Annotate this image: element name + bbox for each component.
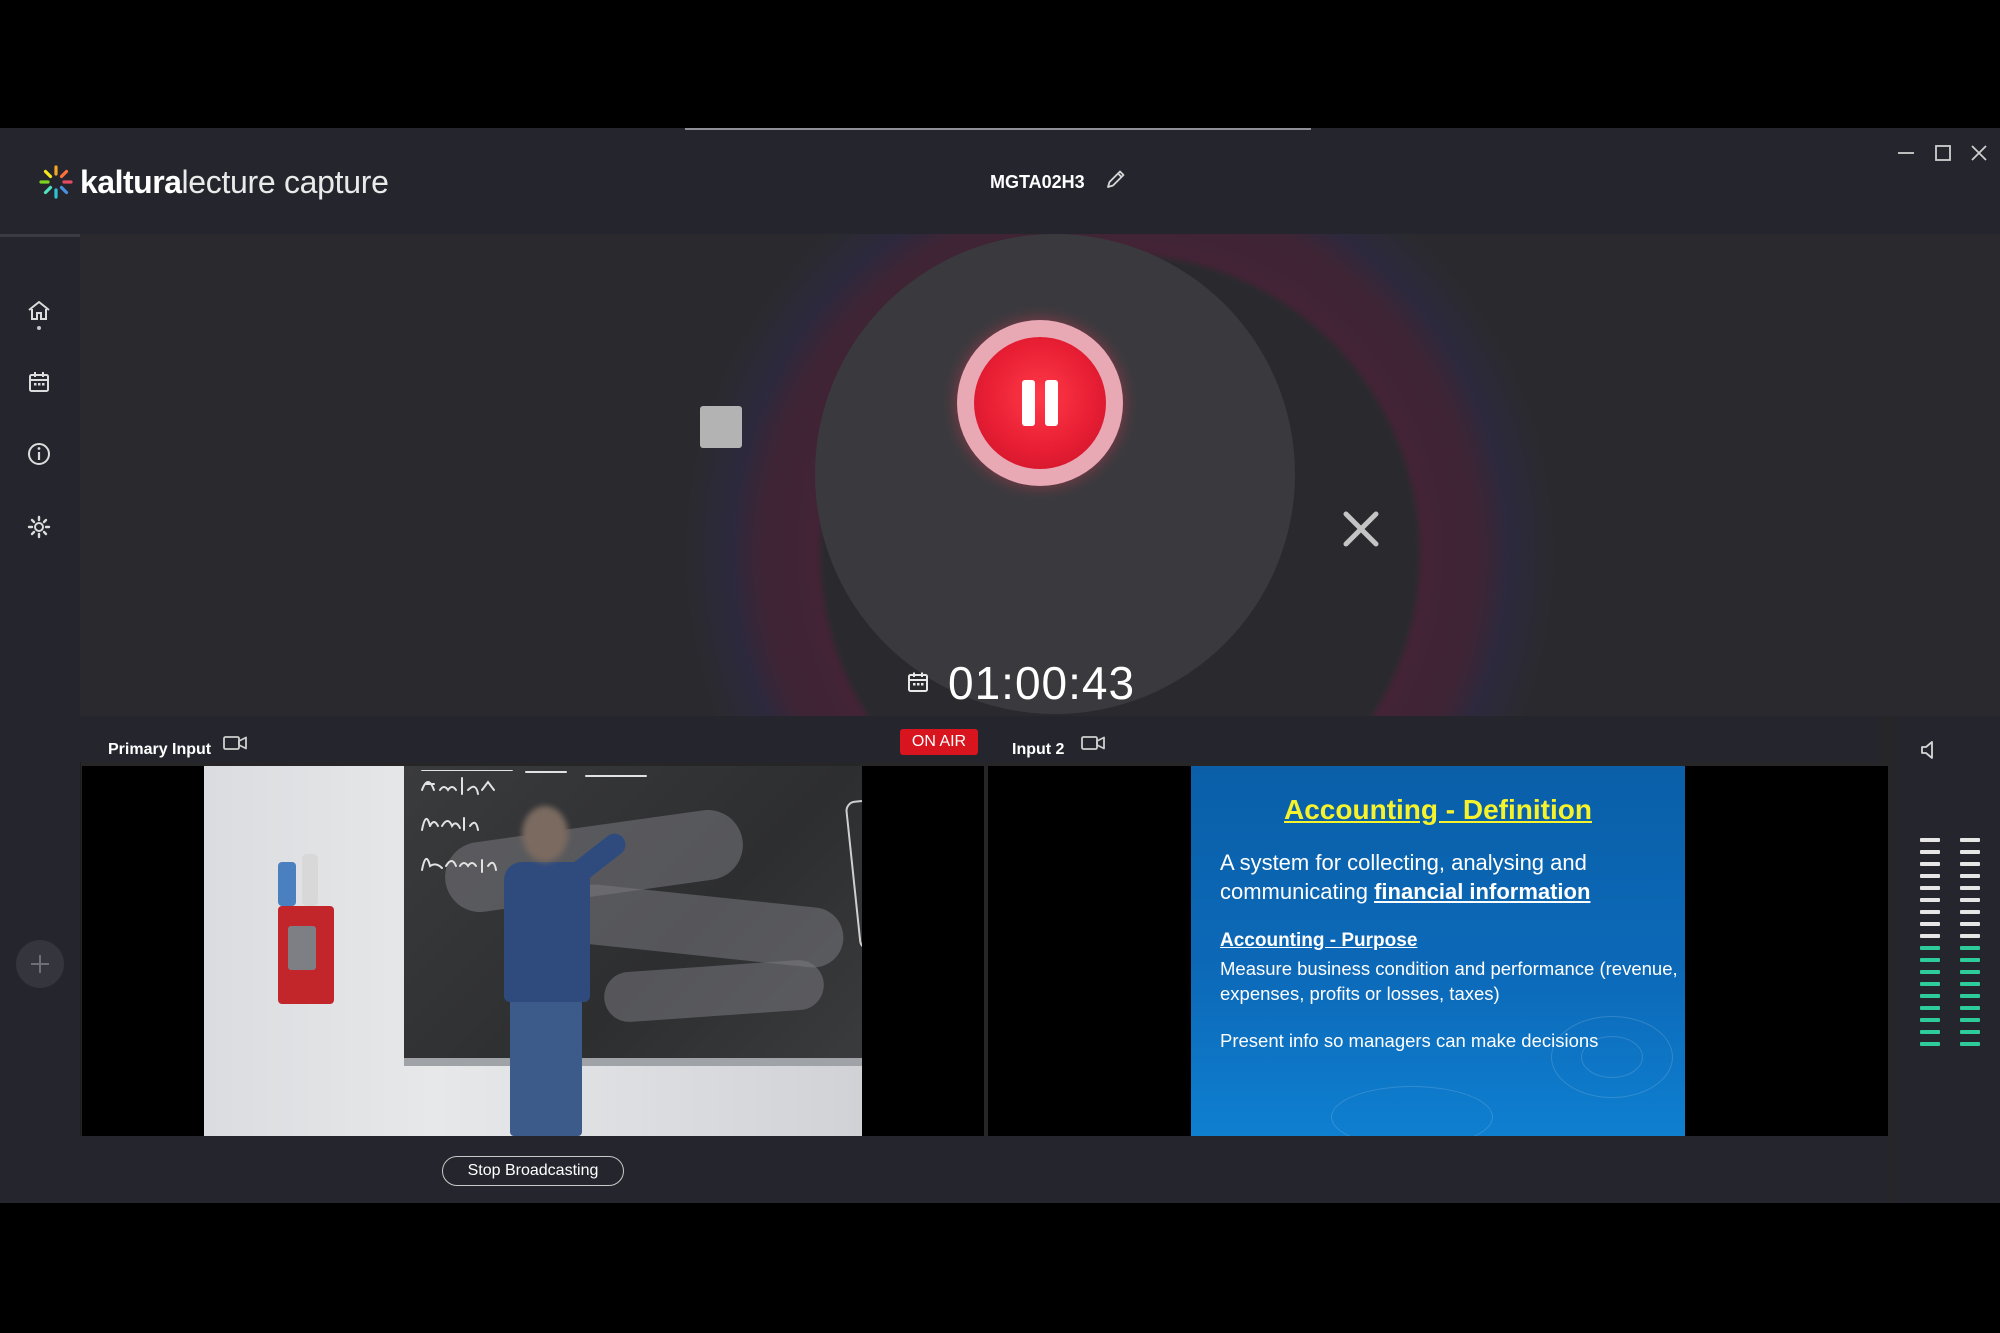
calendar-icon[interactable]	[26, 369, 52, 395]
audio-meter-segment	[1920, 850, 1940, 854]
kaltura-logo-icon	[39, 165, 73, 199]
slide-definition-text: A system for collecting, analysing and c…	[1220, 848, 1680, 906]
audio-meter-segment	[1920, 1042, 1940, 1046]
kaltura-logo: kaltura lecture capture	[38, 162, 389, 202]
app-header: kaltura lecture capture MGTA02H3	[0, 128, 2000, 234]
stop-broadcasting-button[interactable]: Stop Broadcasting	[442, 1156, 624, 1186]
water-bottle	[278, 862, 296, 906]
audio-meter-segment	[1920, 934, 1940, 938]
audio-meter-left	[1920, 838, 1940, 1054]
maximize-window-icon[interactable]	[1932, 142, 1954, 164]
lecturer-head-blurred	[522, 806, 568, 862]
audio-meter-segment	[1920, 886, 1940, 890]
gear-icon[interactable]	[26, 514, 52, 540]
audio-meter-segment	[1960, 946, 1980, 950]
pause-icon-bar-left	[1022, 380, 1035, 426]
presentation-slide: Accounting - Definition A system for col…	[1191, 766, 1685, 1136]
slide-definition-emphasis: financial information	[1374, 879, 1591, 904]
slide-purpose-heading: Accounting - Purpose	[1220, 930, 1418, 951]
speaker-icon[interactable]	[1918, 738, 1942, 762]
slide-purpose-text: Measure business condition and performan…	[1220, 958, 1678, 1004]
audio-meter-segment	[1920, 898, 1940, 902]
audio-meter-segment	[1920, 862, 1940, 866]
slide-present-text: Present info so managers can make decisi…	[1220, 1030, 1599, 1051]
top-progress-indicator	[685, 128, 1311, 130]
primary-input-preview	[82, 766, 984, 1136]
stop-recording-button[interactable]	[700, 406, 742, 448]
audio-meter-segment	[1960, 862, 1980, 866]
audio-meter-segment	[1920, 994, 1940, 998]
sidebar-active-indicator	[0, 234, 80, 237]
audio-meter-segment	[1960, 850, 1980, 854]
close-window-icon[interactable]	[1968, 142, 1990, 164]
audio-meter-segment	[1960, 994, 1980, 998]
inputs-header-bar	[80, 716, 1880, 762]
audio-meter-segment	[1920, 1018, 1940, 1022]
minimize-window-icon[interactable]	[1895, 142, 1917, 164]
input-2-preview: Accounting - Definition A system for col…	[988, 766, 1888, 1136]
video-camera-icon[interactable]	[1080, 733, 1106, 753]
audio-meter-segment	[1960, 874, 1980, 878]
logo-wordmark-bold: kaltura	[80, 163, 182, 200]
pause-recording-button[interactable]	[974, 337, 1106, 469]
audio-meter-segment	[1960, 1018, 1980, 1022]
cancel-recording-icon[interactable]	[1340, 508, 1382, 550]
audio-meter-segment	[1960, 922, 1980, 926]
slide-title: Accounting - Definition	[1284, 794, 1592, 825]
audio-meter-segment	[1960, 1030, 1980, 1034]
audio-meter-segment	[1920, 970, 1940, 974]
home-active-dot	[37, 326, 41, 330]
pause-icon-bar-right	[1045, 380, 1058, 426]
preview-footer-bar	[80, 1136, 1888, 1203]
audio-level-panel	[1896, 716, 2000, 1203]
audio-meter-segment	[1920, 946, 1940, 950]
plus-icon	[31, 955, 49, 973]
chalkboard	[404, 766, 862, 1066]
input-2-label: Input 2	[1012, 741, 1065, 758]
audio-meter-segment	[1920, 910, 1940, 914]
lecturer-legs	[510, 998, 582, 1136]
audio-meter-segment	[1960, 958, 1980, 962]
home-icon[interactable]	[26, 298, 52, 324]
session-title: MGTA02H3	[990, 172, 1085, 192]
add-input-button[interactable]	[16, 940, 64, 988]
audio-meter-segment	[1960, 970, 1980, 974]
audio-meter-segment	[1960, 910, 1980, 914]
audio-meter-segment	[1920, 874, 1940, 878]
on-air-badge: ON AIR	[900, 729, 978, 755]
emergency-box	[278, 906, 334, 1004]
classroom-camera-feed	[204, 766, 862, 1136]
calendar-icon	[908, 672, 928, 692]
pencil-edit-icon[interactable]	[1105, 168, 1127, 190]
info-icon[interactable]	[26, 441, 52, 467]
audio-meter-segment	[1960, 1006, 1980, 1010]
audio-meter-right	[1960, 838, 1980, 1054]
audio-meter-segment	[1960, 982, 1980, 986]
primary-input-label: Primary Input	[108, 741, 212, 758]
audio-meter-segment	[1960, 886, 1980, 890]
video-camera-icon[interactable]	[222, 733, 248, 753]
audio-meter-segment	[1920, 1006, 1940, 1010]
metal-bottle	[302, 854, 318, 906]
logo-wordmark-light: lecture capture	[181, 163, 389, 200]
audio-meter-segment	[1920, 838, 1940, 842]
chalk-diagram	[844, 786, 862, 952]
audio-meter-segment	[1920, 1030, 1940, 1034]
audio-meter-segment	[1920, 958, 1940, 962]
audio-meter-segment	[1960, 934, 1980, 938]
audio-meter-segment	[1960, 838, 1980, 842]
audio-meter-segment	[1960, 898, 1980, 902]
recording-timer: 01:00:43	[948, 657, 1136, 709]
audio-meter-segment	[1920, 922, 1940, 926]
audio-meter-segment	[1920, 982, 1940, 986]
audio-meter-segment	[1960, 1042, 1980, 1046]
